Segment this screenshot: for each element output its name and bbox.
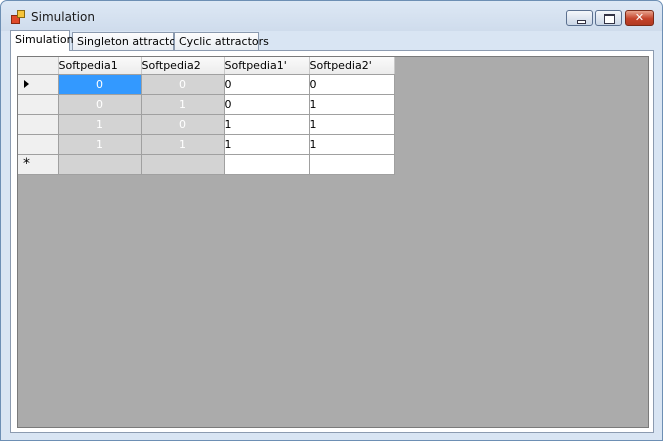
maximize-icon [604,14,615,24]
grid-cell[interactable]: 1 [58,134,142,155]
grid-cell[interactable]: 1 [309,134,395,155]
grid-cell[interactable]: 1 [224,134,310,155]
grid-cell[interactable] [224,154,310,175]
table-row[interactable]: 0 0 0 0 [18,74,395,95]
new-row-icon: * [23,155,30,172]
grid-cell[interactable]: 0 [309,74,395,95]
grid-cell[interactable]: 0 [141,74,225,95]
grid-cell[interactable]: 0 [58,74,142,95]
table-row[interactable]: 1 1 1 1 [18,134,395,155]
row-header[interactable] [18,114,59,135]
new-row[interactable]: * [18,154,395,175]
row-header[interactable] [18,134,59,155]
minimize-icon [577,20,586,24]
new-row-header[interactable]: * [18,154,59,175]
grid-cell[interactable]: 1 [224,114,310,135]
grid-cell[interactable]: 0 [58,94,142,115]
grid-cell[interactable]: 0 [141,114,225,135]
table-row[interactable]: 0 1 0 1 [18,94,395,115]
column-header-softpedia1-prime[interactable]: Softpedia1' [224,57,310,75]
table-row[interactable]: 1 0 1 1 [18,114,395,135]
title-bar[interactable]: Simulation ✕ [1,1,662,31]
grid-cell[interactable]: 1 [141,134,225,155]
grid-cell[interactable]: 1 [58,114,142,135]
tab-cyclic-attractors[interactable]: Cyclic attractors [174,32,269,51]
simulation-window: Simulation ✕ Simulation Singleton attrac… [0,0,663,441]
grid-corner-header[interactable] [18,57,59,75]
window-title: Simulation [31,10,95,24]
column-header-softpedia2[interactable]: Softpedia2 [141,57,225,75]
row-pointer-icon [24,79,29,88]
grid-cell[interactable] [309,154,395,175]
grid-cell[interactable] [58,154,142,175]
grid-header-row: Softpedia1 Softpedia2 Softpedia1' Softpe… [18,57,395,75]
tab-singleton-attractors[interactable]: Singleton attractors [72,32,186,51]
grid-cell[interactable]: 1 [309,94,395,115]
grid-cell[interactable]: 0 [224,94,310,115]
grid-cell[interactable]: 1 [309,114,395,135]
close-button[interactable]: ✕ [625,10,654,26]
grid-cell[interactable]: 0 [224,74,310,95]
grid-cell[interactable]: 1 [141,94,225,115]
column-header-softpedia1[interactable]: Softpedia1 [58,57,142,75]
column-header-softpedia2-prime[interactable]: Softpedia2' [309,57,395,75]
row-header[interactable] [18,74,59,95]
minimize-button[interactable] [566,10,593,26]
tab-simulation[interactable]: Simulation [10,30,74,51]
maximize-button[interactable] [595,10,622,26]
row-header[interactable] [18,94,59,115]
grid-cell[interactable] [141,154,225,175]
simulation-data-grid[interactable]: Softpedia1 Softpedia2 Softpedia1' Softpe… [17,56,649,428]
simulation-tab-panel: Softpedia1 Softpedia2 Softpedia1' Softpe… [10,50,654,433]
close-icon: ✕ [634,11,645,24]
app-icon [11,10,25,24]
